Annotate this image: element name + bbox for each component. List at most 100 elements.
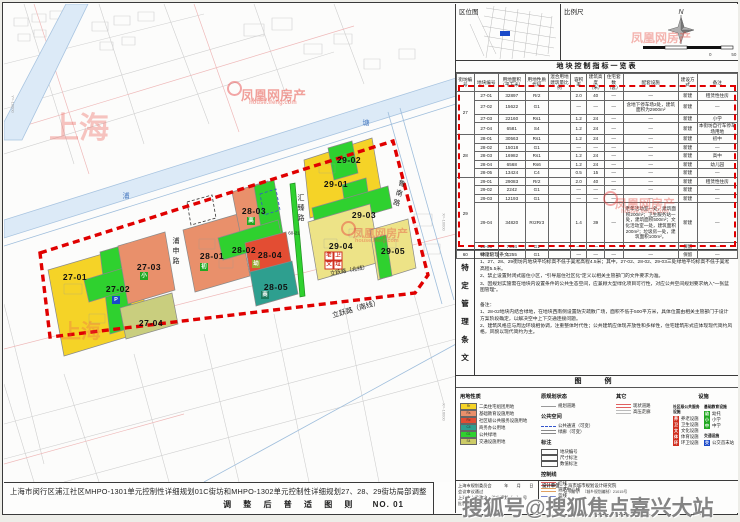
- cell-建设方式: 新建: [678, 177, 697, 186]
- cell-用地面积（平方米）: 15018: [498, 143, 525, 152]
- cell-用地面积（平方米）: 6581: [498, 123, 525, 135]
- provision-paragraph: 1、27、28、29街坊内地块平均标高不低于吴淞高程4.5米；其中，27-02、…: [480, 260, 733, 273]
- provision-paragraph: 1、28-02地块内结合绿地，在地块西南侧设置防灾疏散广场，面积不低于500平方…: [480, 310, 733, 323]
- cell-建筑高度（米）: —: [587, 100, 605, 114]
- cell-配套设施: —: [623, 194, 678, 203]
- cell-住宅套数（套）: —: [604, 135, 623, 144]
- cell-用地性质代码: G1: [525, 194, 548, 203]
- cell-地块编号: 27-01: [474, 91, 498, 100]
- cell-容积率: —: [570, 194, 586, 203]
- cell-建设方式: 新建: [678, 135, 697, 144]
- cell-建设方式: 新建: [678, 194, 697, 203]
- cell-容积率: —: [570, 186, 586, 195]
- cell-住宅套数（套）: —: [604, 123, 623, 135]
- legend-subgroup-title: 基础教育设施: [704, 405, 734, 410]
- design-unit-label: 设计单位: [542, 483, 560, 511]
- cell-用地性质代码: G1: [525, 186, 548, 195]
- legend-group-title: 用地性质: [460, 393, 536, 400]
- legend-group-title: 控制线: [541, 471, 611, 478]
- cell-混合用地建筑量比例: [548, 186, 570, 195]
- cell-用地性质代码: Rs1: [525, 135, 548, 144]
- cell-配套设施: —: [623, 177, 678, 186]
- approval-line: 上海市规划委员会 年 月 日会议审议通过: [458, 483, 536, 495]
- approval-line: 批准机构： 签发日期：: [458, 501, 536, 507]
- scale-bar: [623, 46, 733, 49]
- cell-备注: 本街坊自行车停车场用地: [697, 123, 738, 135]
- cell-地块编号: 28-03: [474, 152, 498, 161]
- cell-混合用地建筑量比例: [548, 160, 570, 169]
- cell-用地性质代码: Rs1: [525, 114, 548, 123]
- cell-住宅套数（套）: —: [604, 91, 623, 100]
- cell-用地面积（平方米）: 22160: [498, 114, 525, 123]
- cell-混合用地建筑量比例: [548, 114, 570, 123]
- sheet-subtitle-text: 调 整 后 普 适 图 则: [223, 500, 357, 509]
- table-row: 27-046581S41.224——新建本街坊自行车停车场用地: [457, 123, 738, 135]
- cell-备注: 小学: [697, 114, 738, 123]
- location-highlight: [500, 31, 510, 36]
- table-row: 2929-0129083Rr22.040——新建租赁性住房: [457, 177, 738, 186]
- cell-住宅套数（套）: —: [604, 143, 623, 152]
- cell-用地性质代码: Rs6: [525, 160, 548, 169]
- cell-备注: 租赁性住房: [697, 177, 738, 186]
- cell-配套设施: —: [623, 186, 678, 195]
- cell-建设方式: 新建: [678, 169, 697, 178]
- legend-land-use-item: S4交通设施用地: [460, 438, 536, 445]
- info-panel: 区位图 比例尺 N: [455, 4, 738, 513]
- col-header: 地块编号: [474, 74, 498, 92]
- cell-混合用地建筑量比例: [548, 177, 570, 186]
- provision-paragraph: 2、禁止设置封闭式居住小区，“引导居住社区化”定义以相关主管部门的文件要求为准。: [480, 274, 733, 280]
- cell-备注: 租赁性住房: [697, 91, 738, 100]
- provision-paragraph: 特定管理条文：: [480, 253, 733, 259]
- provision-paragraph: 2、建筑风格应与周边环境相协调，注重整体时代性；公共建筑应体现开放性和多样性，住…: [480, 324, 733, 337]
- land-use-swatch: Rs: [460, 410, 477, 417]
- col-header: 建设方式: [678, 74, 697, 92]
- col-header: 混合用地建筑量比例: [548, 74, 570, 92]
- cell-配套设施: —: [623, 123, 678, 135]
- cell-地块编号: 28-04: [474, 160, 498, 169]
- cell-配套设施: —: [623, 169, 678, 178]
- cell-混合用地建筑量比例: [548, 100, 570, 114]
- cell-住宅套数（套）: —: [604, 152, 623, 161]
- cell-用地性质代码: G1: [525, 100, 548, 114]
- cell-备注: —: [697, 203, 738, 243]
- scale-tick-label: 0: [709, 52, 712, 57]
- legend-subgroup-title: 社区级公共服务设施: [673, 405, 701, 415]
- cell-建筑高度（米）: 24: [587, 135, 605, 144]
- cell-建设方式: 新建: [678, 143, 697, 152]
- col-header: 住宅套数（套）: [604, 74, 623, 92]
- table-row: 28-0215018G1————新建—: [457, 143, 738, 152]
- cell-用地性质代码: Rs1: [525, 152, 548, 161]
- scale-cell: 比例尺 N: [561, 4, 739, 60]
- cell-用地面积（平方米）: 30563: [498, 135, 525, 144]
- cell-地块编号: 29-02: [474, 186, 498, 195]
- cell-配套设施: —: [623, 143, 678, 152]
- cell-用地面积（平方米）: 13424: [498, 169, 525, 178]
- cell-配套设施: —: [623, 91, 678, 100]
- cell-混合用地建筑量比例: [548, 135, 570, 144]
- cell-用地面积（平方米）: 2242: [498, 186, 525, 195]
- table-row: 28-0316982Rs11.224——新建高中: [457, 152, 738, 161]
- legend-group-title: 设施: [673, 393, 734, 400]
- cell-建筑高度（米）: 15: [587, 169, 605, 178]
- cell-住宅套数（套）: —: [604, 114, 623, 123]
- land-use-swatch: G1: [460, 431, 477, 438]
- cell-用地面积（平方米）: 34820: [498, 203, 525, 243]
- legend-group-title: 标注: [541, 439, 611, 446]
- cell-用地性质代码: C4: [525, 169, 548, 178]
- cell-备注: 高中: [697, 152, 738, 161]
- sheet-title: 上海市闵行区浦江社区MHPO-1301单元控制性详细规划01C街坊和MHPO-1…: [10, 487, 427, 497]
- provision-paragraph: 3、因规划实施需在地块内设置条件的公共生态空间，应兼顾大型绿化项目可行性，对应公…: [480, 282, 733, 295]
- legend-item: 交公交首末站: [704, 440, 734, 446]
- cell-备注: —: [697, 194, 738, 203]
- cell-建筑高度（米）: 24: [587, 123, 605, 135]
- table-row: 29-022242G1————新建—: [457, 186, 738, 195]
- cell-用地性质代码: S4: [525, 123, 548, 135]
- land-use-swatch: Rr: [460, 403, 477, 410]
- block-number: 29: [457, 177, 475, 251]
- plan-sheet: 27-0127-0227-0327-0428-0128-0228-0328-04…: [2, 2, 738, 515]
- col-header: 配套设施: [623, 74, 678, 92]
- cell-配套设施: —: [623, 152, 678, 161]
- legend-group-title: 其它: [616, 393, 668, 400]
- sheet-number: NO. 01: [373, 500, 404, 509]
- col-header: 建筑高度（米）: [587, 74, 605, 92]
